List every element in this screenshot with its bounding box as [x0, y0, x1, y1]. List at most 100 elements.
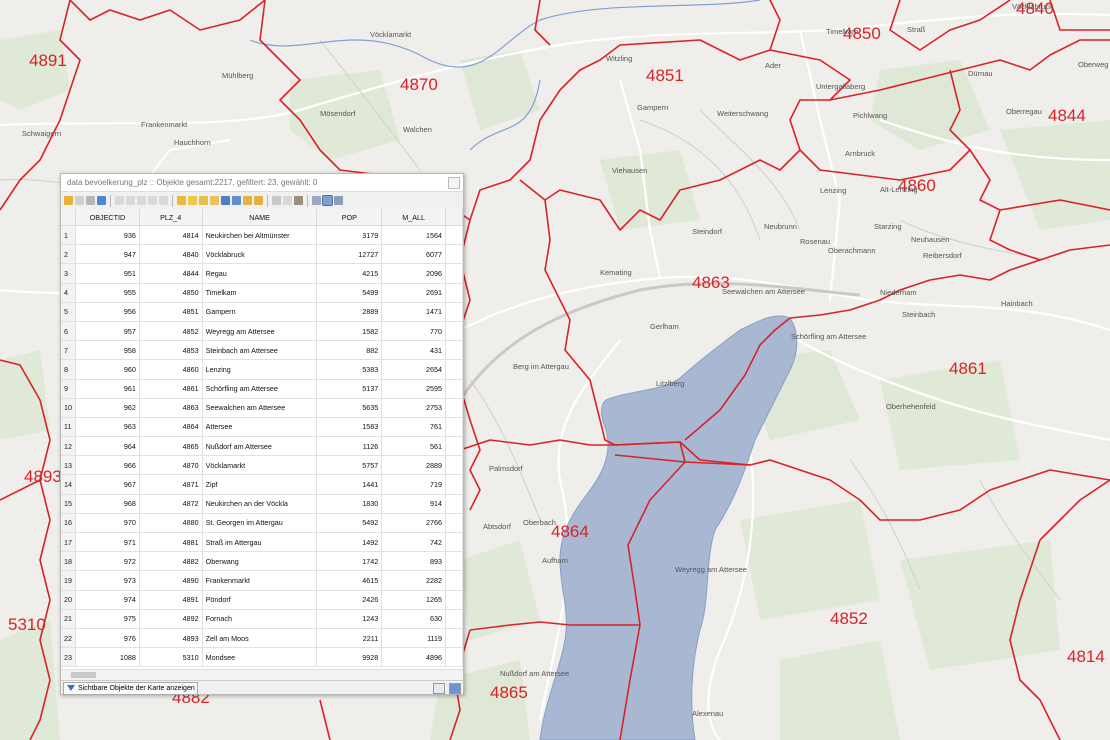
cell-pop[interactable]: 1830	[316, 494, 383, 514]
cell-plz[interactable]: 4863	[139, 398, 203, 418]
delete-feature-icon[interactable]	[126, 196, 135, 205]
cell-pop[interactable]: 2889	[316, 302, 383, 322]
window-titlebar[interactable]: data bevoelkerung_plz :: Objekte gesamt:…	[61, 174, 463, 192]
cell-objectid[interactable]: 1088	[75, 647, 140, 668]
table-row[interactable]: 19 973 4890 Frankenmarkt 4615 2282	[61, 570, 463, 591]
cell-m-all[interactable]: 914	[381, 494, 447, 514]
cell-pop[interactable]: 12727	[316, 244, 383, 265]
cell-objectid[interactable]: 947	[75, 244, 140, 265]
cell-name[interactable]: Neukirchen an der Vöckla	[202, 494, 318, 514]
cell-name[interactable]: Pöndorf	[202, 590, 318, 610]
field-calculator-icon[interactable]	[312, 196, 321, 205]
cell-name[interactable]: Zipf	[202, 474, 318, 495]
table-row[interactable]: 3 951 4844 Regau 4215 2096	[61, 263, 463, 284]
cell-name[interactable]: Nußdorf am Attersee	[202, 436, 318, 457]
cell-plz[interactable]: 4864	[139, 417, 203, 438]
cell-objectid[interactable]: 936	[75, 225, 140, 246]
cell-objectid[interactable]: 963	[75, 417, 140, 438]
column-header[interactable]: NAME	[202, 209, 318, 226]
table-row[interactable]: 15 968 4872 Neukirchen an der Vöckla 1830 914	[61, 494, 463, 514]
cell-objectid[interactable]: 957	[75, 321, 140, 342]
row-number[interactable]: 16	[61, 513, 76, 534]
cell-m-all[interactable]: 2096	[381, 263, 447, 284]
copy-icon[interactable]	[148, 196, 157, 205]
cell-objectid[interactable]: 974	[75, 590, 140, 610]
row-number[interactable]: 22	[61, 628, 76, 649]
cell-name[interactable]: Frankenmarkt	[202, 570, 318, 591]
row-number[interactable]: 2	[61, 244, 76, 265]
cell-name[interactable]: Straß im Attergau	[202, 532, 318, 553]
table-row[interactable]: 11 963 4864 Attersee 1583 761	[61, 417, 463, 438]
cell-objectid[interactable]: 967	[75, 474, 140, 495]
row-number[interactable]: 9	[61, 379, 76, 399]
row-number[interactable]: 3	[61, 263, 76, 284]
cell-objectid[interactable]: 968	[75, 494, 140, 514]
table-row[interactable]: 1 936 4814 Neukirchen bei Altmünster 3179 156…	[61, 225, 463, 246]
cell-plz[interactable]: 4893	[139, 628, 203, 649]
cell-pop[interactable]: 5499	[316, 283, 383, 303]
table-view-icon[interactable]	[449, 683, 461, 694]
cell-pop[interactable]: 2426	[316, 590, 383, 610]
cell-m-all[interactable]: 719	[381, 474, 447, 495]
cell-plz[interactable]: 4882	[139, 551, 203, 572]
row-number[interactable]: 17	[61, 532, 76, 553]
row-number[interactable]: 8	[61, 359, 76, 380]
cell-name[interactable]: Schörfling am Attersee	[202, 379, 318, 399]
reload-icon[interactable]	[97, 196, 106, 205]
cell-objectid[interactable]: 964	[75, 436, 140, 457]
add-feature-icon[interactable]	[115, 196, 124, 205]
cell-plz[interactable]: 4871	[139, 474, 203, 495]
horizontal-scrollbar[interactable]	[61, 669, 463, 680]
table-row[interactable]: 12 964 4865 Nußdorf am Attersee 1126 561	[61, 436, 463, 457]
cell-name[interactable]: Fornach	[202, 609, 318, 629]
delete-field-icon[interactable]	[294, 196, 303, 205]
cell-plz[interactable]: 4844	[139, 263, 203, 284]
cell-m-all[interactable]: 2654	[381, 359, 447, 380]
save-edits-icon[interactable]	[86, 196, 95, 205]
cell-pop[interactable]: 5635	[316, 398, 383, 418]
cell-pop[interactable]: 5757	[316, 455, 383, 476]
table-row[interactable]: 22 976 4893 Zell am Moos 2211 1119	[61, 628, 463, 649]
cell-plz[interactable]: 4891	[139, 590, 203, 610]
cell-name[interactable]: Weyregg am Attersee	[202, 321, 318, 342]
cell-plz[interactable]: 4872	[139, 494, 203, 514]
cell-m-all[interactable]: 2595	[381, 379, 447, 399]
show-visible-features-button[interactable]: Sichtbare Objekte der Karte anzeigen	[63, 682, 198, 695]
multi-edit-icon[interactable]	[75, 196, 84, 205]
row-number[interactable]: 18	[61, 551, 76, 572]
cell-name[interactable]: Attersee	[202, 417, 318, 438]
cell-objectid[interactable]: 962	[75, 398, 140, 418]
cell-plz[interactable]: 4851	[139, 302, 203, 322]
cell-pop[interactable]: 2211	[316, 628, 383, 649]
cell-m-all[interactable]: 1564	[381, 225, 447, 246]
cut-icon[interactable]	[137, 196, 146, 205]
cell-pop[interactable]: 1126	[316, 436, 383, 457]
table-row[interactable]: 21 975 4892 Fornach 1243 630	[61, 609, 463, 629]
actions-icon[interactable]	[334, 196, 343, 205]
cell-objectid[interactable]: 970	[75, 513, 140, 534]
cell-name[interactable]: Vöcklabruck	[202, 244, 318, 265]
cell-plz[interactable]: 4850	[139, 283, 203, 303]
cell-pop[interactable]: 5492	[316, 513, 383, 534]
cell-objectid[interactable]: 971	[75, 532, 140, 553]
cell-objectid[interactable]: 951	[75, 263, 140, 284]
cell-m-all[interactable]: 1265	[381, 590, 447, 610]
cell-m-all[interactable]: 2753	[381, 398, 447, 418]
select-all-icon[interactable]	[188, 196, 197, 205]
cell-plz[interactable]: 4870	[139, 455, 203, 476]
cell-pop[interactable]: 882	[316, 340, 383, 361]
cell-name[interactable]: Steinbach am Attersee	[202, 340, 318, 361]
row-number[interactable]: 11	[61, 417, 76, 438]
column-header[interactable]: PLZ_4	[139, 209, 203, 226]
cell-plz[interactable]: 4853	[139, 340, 203, 361]
cell-m-all[interactable]: 2282	[381, 570, 447, 591]
cell-pop[interactable]: 1742	[316, 551, 383, 572]
cell-name[interactable]: Mondsee	[202, 647, 318, 668]
row-number[interactable]: 12	[61, 436, 76, 457]
cell-m-all[interactable]: 1471	[381, 302, 447, 322]
cell-m-all[interactable]: 431	[381, 340, 447, 361]
copy-rows-icon[interactable]	[272, 196, 281, 205]
cell-m-all[interactable]: 561	[381, 436, 447, 457]
table-row[interactable]: 7 958 4853 Steinbach am Attersee 882 431	[61, 340, 463, 361]
cell-plz[interactable]: 4881	[139, 532, 203, 553]
